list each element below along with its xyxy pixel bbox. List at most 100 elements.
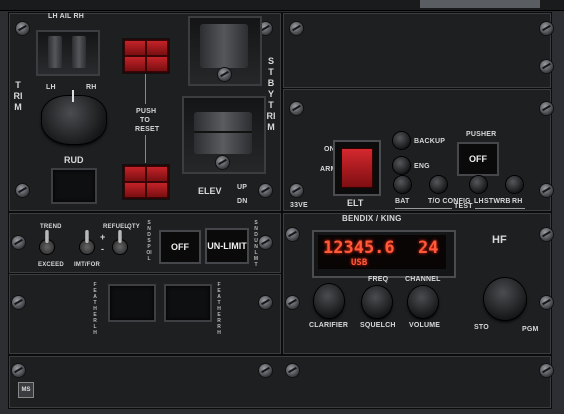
to-label: TO <box>140 117 150 124</box>
clarifier-knob[interactable] <box>314 284 344 318</box>
test-label: TEST <box>452 203 475 210</box>
trend-toggle[interactable] <box>40 230 54 254</box>
minus-label: - <box>101 244 105 254</box>
screw <box>286 296 299 309</box>
reset-line <box>145 74 146 104</box>
stwrb-label: STWRB <box>484 198 511 205</box>
reset-line <box>145 135 146 163</box>
elt-panel <box>282 88 552 212</box>
screw <box>259 296 272 309</box>
elev-label: ELEV <box>198 186 222 196</box>
screw <box>290 102 303 115</box>
aileron-trim-label: LH AIL RH <box>48 13 85 20</box>
hf-brand-label: BENDIX / KING <box>342 214 402 223</box>
pusher-off-button[interactable]: OFF <box>457 142 499 176</box>
feather-lh-button[interactable] <box>108 284 156 322</box>
stwrn-lh-test-knob[interactable] <box>470 176 487 193</box>
pgm-label: PGM <box>522 326 539 333</box>
hf-channel-display: 24 <box>418 238 439 258</box>
trim-reset-lower-button[interactable] <box>122 164 170 200</box>
feather-rh-button[interactable] <box>164 284 212 322</box>
elt-volts-label: 33VE <box>290 202 308 209</box>
trend-label: TREND <box>40 224 62 230</box>
unlimit-sync-label: SND UNLMT <box>253 220 259 268</box>
volume-channel-knob[interactable] <box>408 286 438 318</box>
qty-label: QTY <box>127 224 140 230</box>
screw <box>286 364 299 377</box>
up-label: UP <box>237 184 248 191</box>
screw <box>259 236 272 249</box>
screw <box>259 184 272 197</box>
trim-reset-upper-button[interactable] <box>122 38 170 74</box>
stby-upper-panel <box>282 12 552 89</box>
off-button[interactable]: OFF <box>159 230 201 264</box>
screw <box>12 364 25 377</box>
ms-logo-text: MS <box>21 387 31 393</box>
sto-label: STO <box>474 324 489 331</box>
imt-for-toggle[interactable] <box>80 230 94 254</box>
screw <box>290 184 303 197</box>
top-window-edge <box>420 0 540 8</box>
screw <box>540 296 553 309</box>
bat-test-knob[interactable] <box>394 176 411 193</box>
sto-pgm-knob[interactable] <box>484 278 526 320</box>
screw <box>12 236 25 249</box>
bat-label: BAT <box>395 198 410 205</box>
freq-label: FREQ <box>368 276 389 283</box>
screw <box>540 184 553 197</box>
screw <box>540 364 553 377</box>
rud-lh-label: LH <box>46 84 56 91</box>
eng-test-knob[interactable] <box>393 157 410 174</box>
elt-switch-guard[interactable] <box>333 140 381 196</box>
hf-frequency-display: 12345.6 <box>323 238 395 258</box>
screw <box>16 184 29 197</box>
backup-test-knob[interactable] <box>393 132 410 149</box>
refuel-qty-toggle[interactable] <box>113 230 127 254</box>
squelch-freq-knob[interactable] <box>362 286 392 318</box>
spoiler-sync-label: SND SPOIL <box>146 220 152 262</box>
stby-trim-upper-switch[interactable] <box>188 16 262 86</box>
volume-label: VOLUME <box>409 322 441 329</box>
screw <box>259 364 272 377</box>
hf-label: HF <box>492 234 507 246</box>
elt-label: ELT <box>347 198 364 208</box>
eng-label: ENG <box>414 163 430 170</box>
exceed-label: EXCEED <box>38 262 64 268</box>
screw <box>540 22 553 35</box>
trim-vertical-label: TRIM <box>13 80 23 112</box>
screw <box>286 228 299 241</box>
dn-label: DN <box>237 198 248 205</box>
push-label: PUSH <box>136 108 157 115</box>
squelch-label: SQUELCH <box>360 322 396 329</box>
screw <box>16 22 29 35</box>
backup-label: BACKUP <box>414 138 446 145</box>
to-config-test-knob[interactable] <box>430 176 447 193</box>
aileron-trim-switch[interactable] <box>36 30 100 76</box>
rudder-trim-knob[interactable] <box>42 90 106 144</box>
rud-rh-label: RH <box>86 84 97 91</box>
hf-mode-display: USB <box>351 258 368 268</box>
bottom-panel <box>8 355 552 409</box>
imt-for-label: IMT/FOR <box>74 262 101 268</box>
rh-label: RH <box>512 198 523 205</box>
stwrn-rh-test-knob[interactable] <box>506 176 523 193</box>
elevator-trim-switch[interactable] <box>182 96 266 174</box>
unlimit-button[interactable]: UN-LIMIT <box>205 228 249 264</box>
lh-label: LH <box>474 198 484 205</box>
feather-lh-label: FEATHER LH <box>93 282 97 336</box>
screw <box>290 22 303 35</box>
screw <box>540 60 553 73</box>
screw <box>12 296 25 309</box>
refuel-label: REFUEL <box>103 224 129 230</box>
clarifier-label: CLARIFIER <box>309 322 349 329</box>
pusher-label: PUSHER <box>466 131 497 138</box>
plus-label: + <box>100 232 106 242</box>
rudder-trim-button[interactable] <box>51 168 97 204</box>
feather-rh-label: FEATHER RH <box>217 282 221 336</box>
stby-trim-vertical-label: STBY TRIM <box>266 56 276 132</box>
ms-logo: MS <box>18 382 34 398</box>
rud-label: RUD <box>64 155 84 165</box>
screw <box>540 102 553 115</box>
screw <box>540 228 553 241</box>
reset-label: RESET <box>135 126 160 133</box>
